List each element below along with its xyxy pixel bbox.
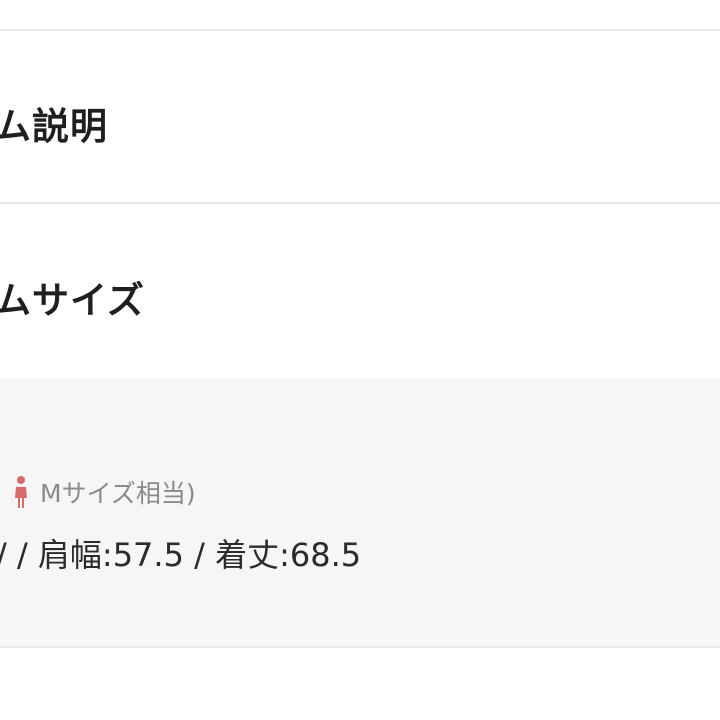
item-detail-page: ム説明 ムサイズ Mサイズ相当) / / 肩幅:57.5 / 着丈:68.5	[0, 0, 720, 720]
model-size-note: Mサイズ相当)	[12, 474, 196, 510]
size-info-panel	[0, 378, 720, 646]
size-measurements: / / 肩幅:57.5 / 着丈:68.5	[0, 536, 362, 574]
model-size-text: Mサイズ相当)	[40, 479, 196, 508]
bottom-divider	[0, 646, 720, 648]
item-size-heading: ムサイズ	[0, 279, 145, 322]
item-description-heading: ム説明	[0, 105, 108, 148]
female-person-icon	[12, 475, 30, 509]
description-divider	[0, 202, 720, 204]
top-divider	[0, 29, 720, 31]
